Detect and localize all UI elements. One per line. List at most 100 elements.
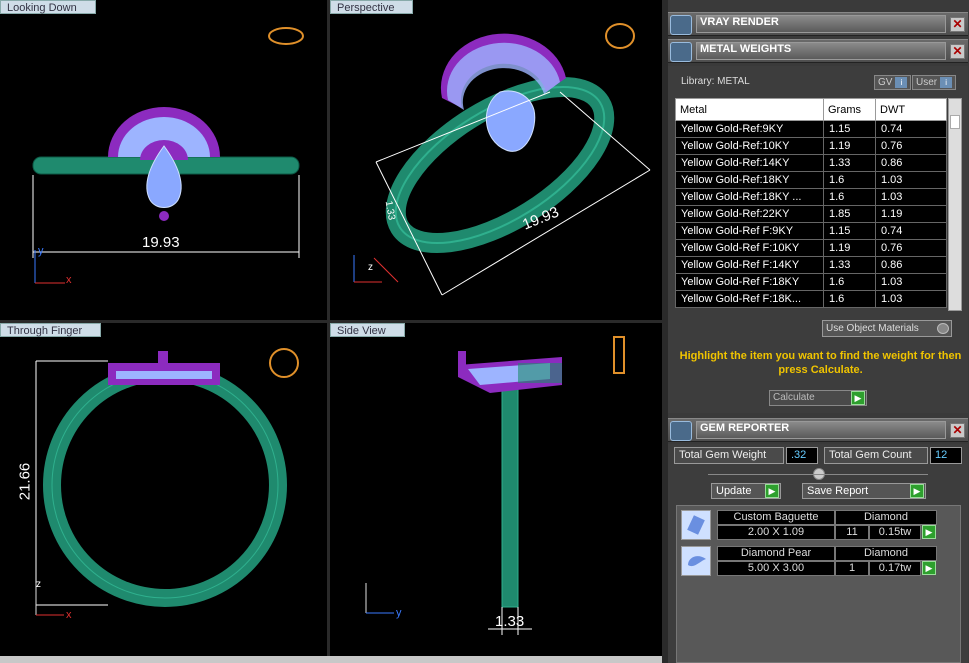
dimension-height: 21.66 — [16, 462, 34, 501]
axis-z-label: z — [36, 579, 41, 590]
table-row[interactable]: Yellow Gold-Ref F:10KY 1.19 0.76 — [675, 239, 947, 257]
update-button[interactable]: Update ▶ — [711, 483, 781, 499]
toggle-icon[interactable] — [937, 323, 949, 334]
dwt-cell: 1.03 — [875, 171, 947, 189]
table-row[interactable]: Yellow Gold-Ref F:14KY 1.33 0.86 — [675, 256, 947, 274]
table-row[interactable]: Yellow Gold-Ref:18KY ... 1.6 1.03 — [675, 188, 947, 206]
table-row[interactable]: Yellow Gold-Ref F:9KY 1.15 0.74 — [675, 222, 947, 240]
dwt-cell: 0.74 — [875, 120, 947, 138]
gem-reporter-header[interactable]: GEM REPORTER ✕ — [668, 418, 968, 442]
table-row[interactable]: Yellow Gold-Ref F:18KY 1.6 1.03 — [675, 273, 947, 291]
play-icon[interactable]: ▶ — [765, 484, 779, 498]
calculate-hint: Highlight the item you want to find the … — [679, 350, 962, 376]
gem-row[interactable]: Custom Baguette Diamond 2.00 X 1.09 11 0… — [681, 510, 943, 544]
grams-cell: 1.6 — [823, 188, 876, 206]
ring-top-view — [32, 27, 304, 284]
grams-cell: 1.19 — [823, 239, 876, 257]
user-button[interactable]: User i — [912, 75, 957, 90]
gem-row[interactable]: Diamond Pear Diamond 5.00 X 3.00 1 0.17t… — [681, 546, 943, 580]
total-gem-count-label: Total Gem Count — [824, 447, 928, 464]
total-gem-weight-label: Total Gem Weight — [674, 447, 784, 464]
gem-name: Custom Baguette — [717, 510, 835, 525]
table-row[interactable]: Yellow Gold-Ref:18KY 1.6 1.03 — [675, 171, 947, 189]
table-scrollbar[interactable] — [948, 98, 962, 311]
status-strip — [0, 656, 662, 663]
update-label: Update — [716, 485, 752, 497]
viewport-label[interactable]: Through Finger — [0, 323, 102, 337]
metal-name-cell: Yellow Gold-Ref F:18K... — [675, 290, 824, 308]
table-row[interactable]: Yellow Gold-Ref:22KY 1.85 1.19 — [675, 205, 947, 223]
column-header-metal[interactable]: Metal — [675, 98, 824, 121]
metal-table: Metal Grams DWT Yellow Gold-Ref:9KY 1.15 0… — [675, 98, 947, 308]
play-icon[interactable]: ▶ — [851, 391, 865, 405]
axis-y-label: y — [38, 245, 44, 257]
library-label: Library: METAL — [681, 76, 750, 87]
column-header-dwt[interactable]: DWT — [875, 98, 947, 121]
grams-cell: 1.6 — [823, 171, 876, 189]
gem-name: Diamond Pear — [717, 546, 835, 561]
gem-reporter-panel: Total Gem Weight .32 Total Gem Count 12 … — [668, 444, 968, 663]
viewport-through-finger[interactable]: Through Finger 21.66 z x — [0, 323, 327, 656]
vray-icon — [670, 15, 692, 35]
ring-perspective-view — [353, 23, 651, 296]
close-icon[interactable]: ✕ — [950, 17, 965, 32]
axis-y-label: y — [396, 607, 402, 619]
gv-button[interactable]: GV i — [874, 75, 912, 90]
table-row[interactable]: Yellow Gold-Ref:14KY 1.33 0.86 — [675, 154, 947, 172]
scrollbar-thumb[interactable] — [950, 115, 960, 129]
gv-label: GV — [878, 77, 893, 88]
play-icon[interactable]: ▶ — [922, 561, 936, 575]
save-report-button[interactable]: Save Report ▶ — [802, 483, 926, 499]
close-icon[interactable]: ✕ — [950, 423, 965, 438]
info-icon: i — [895, 76, 908, 88]
dwt-cell: 1.03 — [875, 188, 947, 206]
axis-x-label: x — [66, 274, 72, 286]
grams-cell: 1.15 — [823, 222, 876, 240]
dwt-cell: 0.76 — [875, 239, 947, 257]
gem-size: 2.00 X 1.09 — [717, 525, 835, 540]
table-row[interactable]: Yellow Gold-Ref:9KY 1.15 0.74 — [675, 120, 947, 138]
calculate-button[interactable]: Calculate ▶ — [769, 390, 867, 406]
axis-z-label: z — [368, 262, 373, 273]
axis-x-label: x — [66, 609, 72, 621]
metal-weights-header[interactable]: METAL WEIGHTS ✕ — [668, 39, 968, 63]
metal-name-cell: Yellow Gold-Ref:9KY — [675, 120, 824, 138]
column-header-grams[interactable]: Grams — [823, 98, 876, 121]
use-object-materials-label: Use Object Materials — [826, 323, 919, 334]
viewport-label[interactable]: Side View — [330, 323, 405, 337]
viewport-label[interactable]: Perspective — [330, 0, 414, 14]
use-object-materials-toggle[interactable]: Use Object Materials — [822, 320, 952, 337]
metal-name-cell: Yellow Gold-Ref:10KY — [675, 137, 824, 155]
viewport-side-view[interactable]: Side View 1.33 y — [330, 323, 662, 656]
total-gem-count-value: 12 — [930, 447, 962, 464]
viewport-label[interactable]: Looking Down — [0, 0, 96, 14]
dimension-thickness: 1.33 — [495, 613, 525, 630]
play-icon[interactable]: ▶ — [922, 525, 936, 539]
gem-material: Diamond — [835, 546, 937, 561]
vray-render-title: VRAY RENDER — [700, 16, 779, 28]
gem-weight: 0.15tw — [869, 525, 921, 540]
gem-material: Diamond — [835, 510, 937, 525]
dwt-cell: 0.86 — [875, 154, 947, 172]
flask-icon — [670, 42, 692, 62]
dwt-cell: 1.03 — [875, 290, 947, 308]
pear-gem-icon — [681, 546, 711, 576]
grams-cell: 1.6 — [823, 290, 876, 308]
viewport-looking-down[interactable]: Looking Down 19.93 x y — [0, 0, 327, 320]
baguette-gem-icon — [681, 510, 711, 540]
ring-side-view — [365, 336, 625, 635]
vray-render-header[interactable]: VRAY RENDER ✕ — [668, 12, 968, 36]
close-icon[interactable]: ✕ — [950, 44, 965, 59]
calculate-label: Calculate — [773, 392, 815, 403]
dwt-cell: 0.86 — [875, 256, 947, 274]
gem-size: 5.00 X 3.00 — [717, 561, 835, 576]
play-icon[interactable]: ▶ — [910, 484, 924, 498]
gem-reporter-title: GEM REPORTER — [700, 422, 790, 434]
table-row[interactable]: Yellow Gold-Ref:10KY 1.19 0.76 — [675, 137, 947, 155]
divider — [708, 474, 928, 475]
metal-name-cell: Yellow Gold-Ref:18KY — [675, 171, 824, 189]
table-row[interactable]: Yellow Gold-Ref F:18K... 1.6 1.03 — [675, 290, 947, 308]
viewport-perspective[interactable]: Perspective 19.93 1.33 z — [330, 0, 662, 320]
metal-name-cell: Yellow Gold-Ref F:9KY — [675, 222, 824, 240]
info-icon: i — [940, 76, 953, 88]
